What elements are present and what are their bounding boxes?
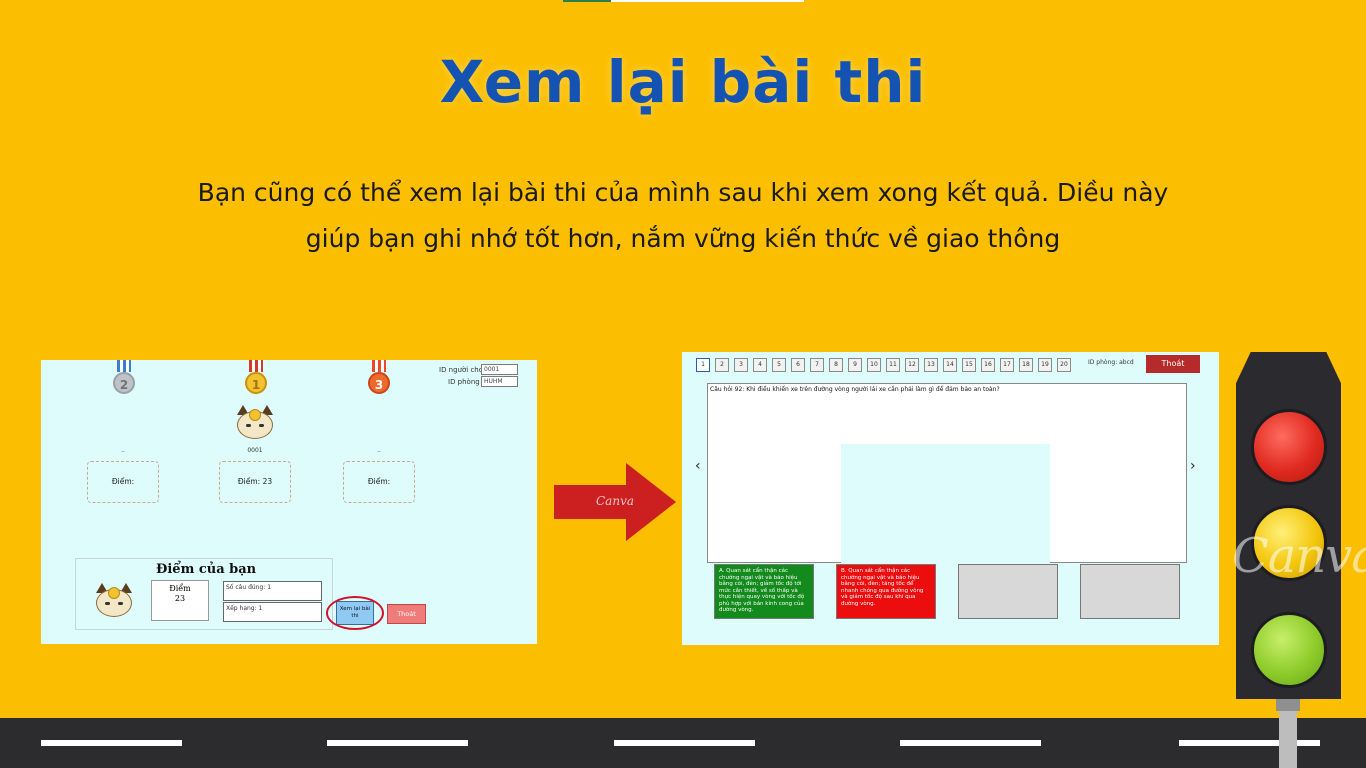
lane-marking	[614, 740, 755, 746]
mascot-cat-icon	[235, 405, 275, 439]
top-accent-green	[563, 0, 611, 2]
answer-option-a[interactable]: A. Quan sát cẩn thận các chướng ngại vật…	[714, 564, 814, 619]
room-id-field[interactable]: HUHM	[481, 376, 518, 387]
question-panel: Câu hỏi 92: Khi điều khiển xe trên đường…	[707, 383, 1187, 564]
question-number-button[interactable]: 14	[943, 358, 957, 372]
question-number-button[interactable]: 17	[1000, 358, 1014, 372]
question-number-button[interactable]: 16	[981, 358, 995, 372]
question-number-button[interactable]: 11	[886, 358, 900, 372]
room-id-label: ID phòng: abcd	[1088, 359, 1134, 366]
green-light-icon	[1251, 612, 1327, 688]
lane-marking	[327, 740, 468, 746]
mascot-cat-icon	[94, 583, 134, 617]
question-number-button[interactable]: 5	[772, 358, 786, 372]
question-number-button[interactable]: 6	[791, 358, 805, 372]
result-panel: Điểm của bạn Điểm 23 Số câu đúng: 1 Xếp …	[75, 558, 333, 630]
answer-option-b[interactable]: B. Quan sát cẩn thận các chướng ngại vật…	[836, 564, 936, 619]
exit-button[interactable]: Thoát	[387, 604, 426, 624]
arrow-watermark: Canva	[596, 494, 634, 508]
question-image	[841, 444, 1050, 564]
question-number-button[interactable]: 8	[829, 358, 843, 372]
description-line-1: Bạn cũng có thể xem lại bài thi của mình…	[197, 178, 1169, 207]
question-number-button[interactable]: 10	[867, 358, 881, 372]
top-accent-white	[611, 0, 804, 2]
lane-marking	[41, 740, 182, 746]
review-screen-screenshot: 1 2 3 4 5 6 7 8 9 10 11 12 13 14 15 16 1…	[682, 352, 1219, 645]
slot-name-2: ..	[121, 447, 125, 454]
question-number-button[interactable]: 7	[810, 358, 824, 372]
chevron-right-icon[interactable]: ›	[1190, 458, 1196, 474]
answer-option-d[interactable]	[1080, 564, 1180, 619]
page-title: Xem lại bài thi	[439, 48, 927, 116]
result-screen-screenshot: 2 1 3 ID người chơi 0001 ID phòng HUHM .…	[41, 360, 537, 644]
question-number-button[interactable]: 18	[1019, 358, 1033, 372]
page-description: Bạn cũng có thể xem lại bài thi của mình…	[183, 170, 1183, 262]
slot-score-3: Điểm:	[343, 461, 415, 503]
slot-name-1: 0001	[247, 447, 263, 454]
lane-marking	[900, 740, 1041, 746]
score-value: 23	[174, 594, 186, 603]
score-label: Điểm	[169, 584, 191, 593]
slot-name-3: ..	[377, 447, 381, 454]
answer-option-c[interactable]	[958, 564, 1058, 619]
player-id-field[interactable]: 0001	[481, 364, 518, 375]
canva-watermark: Canva	[1232, 528, 1366, 584]
question-number-button[interactable]: 9	[848, 358, 862, 372]
question-number-button[interactable]: 4	[753, 358, 767, 372]
question-number-button[interactable]: 20	[1057, 358, 1071, 372]
description-line-2: giúp bạn ghi nhớ tốt hơn, nắm vững kiến …	[305, 224, 1061, 253]
question-number-button[interactable]: 19	[1038, 358, 1052, 372]
highlight-circle	[326, 596, 384, 630]
result-title: Điểm của bạn	[156, 562, 257, 577]
question-text: Câu hỏi 92: Khi điều khiển xe trên đường…	[710, 386, 1000, 393]
slot-score-1: Điểm: 23	[219, 461, 291, 503]
room-id-label: ID phòng	[448, 378, 480, 386]
question-number-button[interactable]: 1	[696, 358, 710, 372]
score-box: Điểm 23	[151, 580, 209, 621]
question-number-button[interactable]: 2	[715, 358, 729, 372]
correct-count: Số câu đúng: 1	[223, 581, 322, 601]
question-number-button[interactable]: 3	[734, 358, 748, 372]
traffic-light-bracket	[1276, 699, 1300, 711]
slot-score-2: Điểm:	[87, 461, 159, 503]
chevron-left-icon[interactable]: ‹	[695, 458, 701, 474]
lane-marking	[1179, 740, 1320, 746]
quit-button[interactable]: Thoát	[1146, 355, 1200, 373]
player-id-label: ID người chơi	[439, 366, 485, 374]
red-light-icon	[1251, 409, 1327, 485]
question-number-button[interactable]: 12	[905, 358, 919, 372]
question-number-button[interactable]: 13	[924, 358, 938, 372]
question-number-button[interactable]: 15	[962, 358, 976, 372]
rank-display: Xếp hạng: 1	[223, 602, 322, 622]
